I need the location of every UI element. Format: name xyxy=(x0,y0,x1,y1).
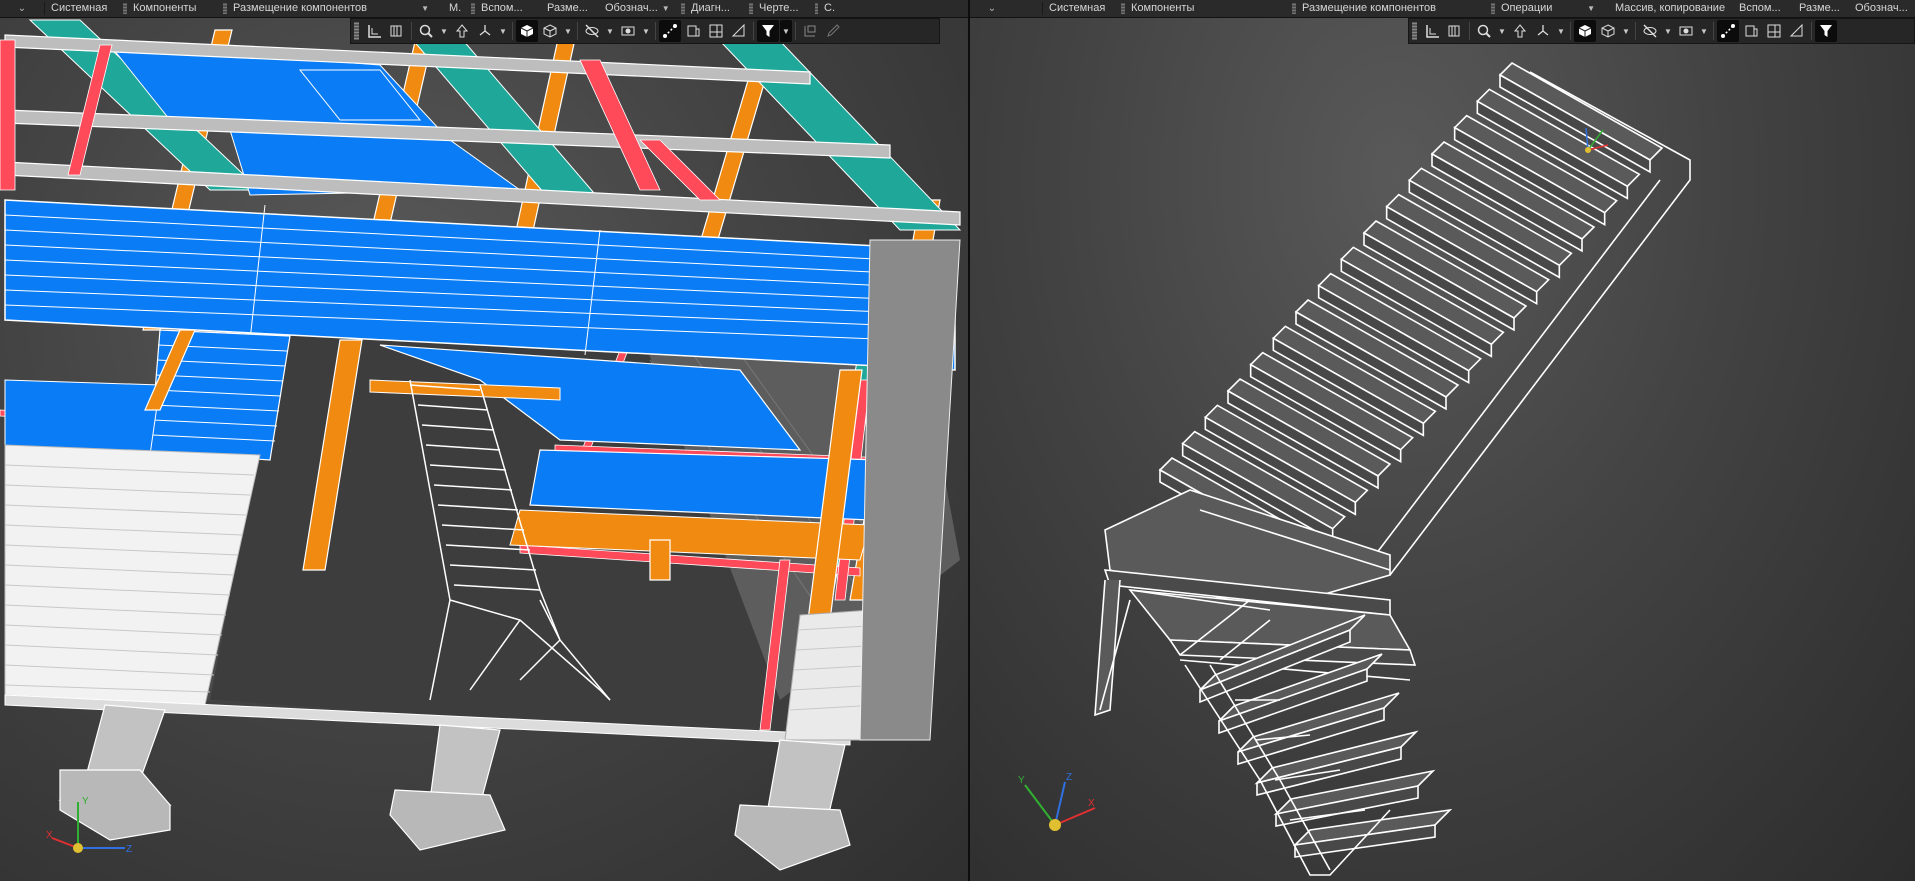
constraint-icon[interactable] xyxy=(659,20,681,42)
tab-label: Обознач... xyxy=(605,2,658,14)
chevron-down-icon[interactable]: ▼ xyxy=(640,20,652,42)
tab-component-placement[interactable]: Размещение компонентов xyxy=(1245,0,1485,17)
tab-auxiliary[interactable]: Вспом... xyxy=(465,0,535,17)
axis-z-label: Z xyxy=(1066,772,1072,783)
tab-notation[interactable]: Обознач... xyxy=(1843,0,1909,17)
funnel-icon[interactable] xyxy=(1815,20,1837,42)
view-display-icon[interactable] xyxy=(1675,20,1697,42)
wireframe-cube-icon[interactable] xyxy=(1597,20,1619,42)
chevron-down-icon[interactable]: ▼ xyxy=(438,20,450,42)
section-icon[interactable] xyxy=(1444,20,1466,42)
tab-label: С. xyxy=(824,2,835,14)
chevron-down-icon[interactable]: ▼ xyxy=(662,0,670,17)
axis-x-label: X xyxy=(1088,798,1095,809)
tab-diagnostics[interactable]: Диагн... xyxy=(675,0,743,17)
tab-label: Черте... xyxy=(759,2,799,14)
tab-label: Системная xyxy=(1049,2,1106,14)
tab-s[interactable]: С. xyxy=(809,0,843,17)
shaded-cube-icon[interactable] xyxy=(1574,20,1596,42)
axis-triad: X Y Z xyxy=(46,796,132,855)
section-view-icon[interactable] xyxy=(1763,20,1785,42)
tab-label: Обознач... xyxy=(1855,2,1908,14)
building-frame-model[interactable] xyxy=(0,0,968,881)
chevron-down-icon[interactable]: ▼ xyxy=(1662,20,1674,42)
tab-operations[interactable]: Операции ▼ xyxy=(1485,0,1603,17)
chevron-down-icon[interactable]: ▼ xyxy=(604,20,616,42)
collapse-chevron-icon[interactable]: ⌄ xyxy=(970,3,1014,14)
chevron-down-icon[interactable]: ▼ xyxy=(497,20,509,42)
tab-notation[interactable]: Обознач... ▼ xyxy=(593,0,675,17)
zoom-icon[interactable] xyxy=(1473,20,1495,42)
tab-label: Массив, копирование xyxy=(1615,2,1726,14)
axis-orient-icon[interactable] xyxy=(1532,20,1554,42)
tab-system[interactable]: Системная xyxy=(45,0,117,17)
chevron-down-icon[interactable]: ▼ xyxy=(562,20,574,42)
tab-label: Разме... xyxy=(547,2,588,14)
chevron-down-icon[interactable]: ▼ xyxy=(1555,20,1567,42)
chevron-down-icon[interactable]: ▼ xyxy=(1620,20,1632,42)
filter-icon[interactable] xyxy=(682,20,704,42)
local-axis-marker xyxy=(1585,127,1609,153)
chevron-down-icon[interactable]: ▼ xyxy=(1698,20,1710,42)
axis-y-label: Y xyxy=(82,796,89,807)
section-view-icon[interactable] xyxy=(705,20,727,42)
tab-dimensions[interactable]: Разме... xyxy=(1787,0,1843,17)
tab-label: Разме... xyxy=(1799,2,1840,14)
tab-system[interactable]: Системная xyxy=(1043,0,1115,17)
axis-z-label: Z xyxy=(126,844,132,855)
tab-components[interactable]: Компоненты xyxy=(117,0,217,17)
tab-auxiliary[interactable]: Вспом... xyxy=(1727,0,1787,17)
tab-label: Системная xyxy=(51,2,108,14)
right-3d-viewport[interactable]: X Y Z ⌄ Системная Компоненты Размещение … xyxy=(970,0,1915,881)
chevron-down-icon[interactable]: ▼ xyxy=(421,0,429,17)
tab-dimensions[interactable]: Разме... xyxy=(535,0,593,17)
section-icon[interactable] xyxy=(386,20,408,42)
view-toolbar-right: ▼ ▼ ▼ ▼ ▼ xyxy=(1408,18,1915,44)
ribbon-tab-bar-right: ⌄ Системная Компоненты Размещение компон… xyxy=(970,0,1915,18)
tab-drawing[interactable]: Черте... xyxy=(743,0,809,17)
tab-label: М. xyxy=(449,2,462,14)
axis-triad: X Y Z xyxy=(1018,772,1096,831)
layout-icon[interactable] xyxy=(363,20,385,42)
layout-icon[interactable] xyxy=(1421,20,1443,42)
tab-label: Операции xyxy=(1501,2,1553,14)
filter-icon[interactable] xyxy=(1740,20,1762,42)
pipette-icon[interactable] xyxy=(822,20,844,42)
tab-label: Вспом... xyxy=(1739,2,1781,14)
funnel-icon[interactable] xyxy=(757,20,779,42)
hide-icon[interactable] xyxy=(581,20,603,42)
collapse-chevron-icon[interactable]: ⌄ xyxy=(0,3,44,14)
tab-label: Размещение компонентов xyxy=(233,2,367,14)
tab-components[interactable]: Компоненты xyxy=(1115,0,1245,17)
tab-array-copy[interactable]: Массив, копирование xyxy=(1603,0,1727,17)
tab-component-placement[interactable]: Размещение компонентов ▼ xyxy=(217,0,437,17)
shaded-cube-icon[interactable] xyxy=(516,20,538,42)
measure-icon[interactable] xyxy=(728,20,750,42)
tab-m[interactable]: М. xyxy=(437,0,465,17)
axis-x-label: X xyxy=(46,830,53,841)
axis-orient-icon[interactable] xyxy=(474,20,496,42)
hide-icon[interactable] xyxy=(1639,20,1661,42)
staircase-model[interactable] xyxy=(970,0,1915,881)
ribbon-tab-bar-left: ⌄ Системная Компоненты Размещение компон… xyxy=(0,0,968,18)
orient-icon[interactable] xyxy=(451,20,473,42)
tab-label: Диагн... xyxy=(691,2,730,14)
tab-label: Компоненты xyxy=(133,2,197,14)
view-toolbar-left: ▼ ▼ ▼ ▼ ▼ ▼ xyxy=(350,18,940,44)
zoom-icon[interactable] xyxy=(415,20,437,42)
measure-icon[interactable] xyxy=(1786,20,1808,42)
chevron-down-icon[interactable]: ▼ xyxy=(780,20,792,42)
chevron-down-icon[interactable]: ▼ xyxy=(1587,0,1595,17)
tab-label: Компоненты xyxy=(1131,2,1195,14)
constraint-icon[interactable] xyxy=(1717,20,1739,42)
tab-label: Вспом... xyxy=(481,2,523,14)
view-display-icon[interactable] xyxy=(617,20,639,42)
tab-label: Размещение компонентов xyxy=(1302,2,1436,14)
left-3d-viewport[interactable]: X Y Z ⌄ Системная Компоненты Размещение … xyxy=(0,0,968,881)
axis-y-label: Y xyxy=(1018,775,1025,786)
orient-icon[interactable] xyxy=(1509,20,1531,42)
wireframe-cube-icon[interactable] xyxy=(539,20,561,42)
layers-icon[interactable] xyxy=(799,20,821,42)
chevron-down-icon[interactable]: ▼ xyxy=(1496,20,1508,42)
